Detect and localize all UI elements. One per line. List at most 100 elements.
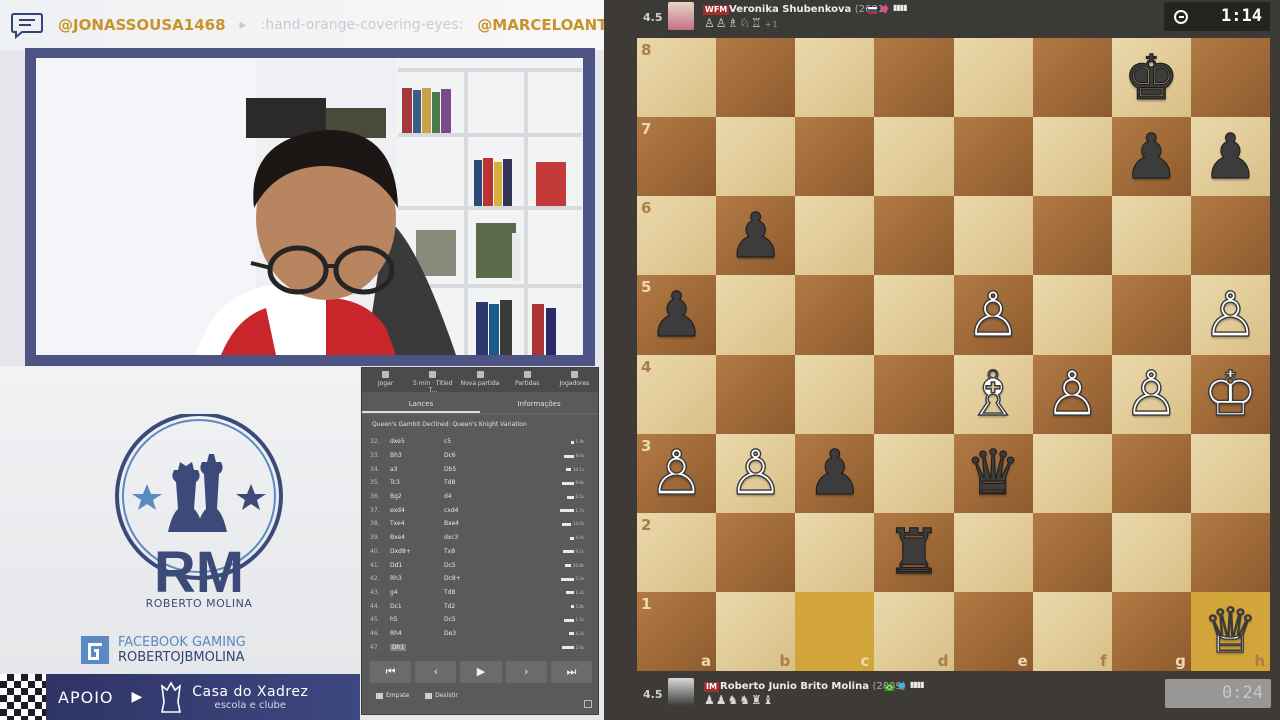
white-move[interactable]: Dd1 [390, 562, 444, 569]
black-move[interactable]: Dc8+ [444, 575, 554, 582]
square-a8[interactable]: 8 [637, 38, 717, 118]
square-c8[interactable] [795, 38, 875, 118]
square-h8[interactable] [1190, 38, 1270, 118]
resign-button[interactable]: Desistir [425, 692, 458, 699]
square-a4[interactable]: 4 [637, 354, 717, 434]
square-d5[interactable] [874, 275, 954, 355]
square-c5[interactable] [795, 275, 875, 355]
white-move[interactable]: Rh3 [390, 575, 444, 582]
black-pawn-icon[interactable]: ♟ [1202, 125, 1259, 188]
white-move[interactable]: g4 [390, 589, 444, 596]
square-b4[interactable] [716, 354, 796, 434]
white-pawn-icon[interactable]: ♙ [965, 283, 1022, 346]
square-f5[interactable] [1032, 275, 1112, 355]
white-move[interactable]: exd4 [390, 507, 444, 514]
white-move[interactable]: dxe5 [390, 438, 444, 445]
black-move[interactable]: Td8 [444, 479, 554, 486]
square-c1[interactable]: c [795, 591, 875, 671]
square-d7[interactable] [874, 117, 954, 197]
black-move[interactable]: Dc5 [444, 616, 554, 623]
black-king-icon[interactable]: ♚ [1123, 46, 1180, 109]
next-move-button[interactable]: › [505, 661, 547, 683]
tab-players[interactable]: Jogadores [551, 368, 598, 392]
black-move[interactable]: Tx8 [444, 548, 554, 555]
square-g1[interactable]: g [1111, 591, 1191, 671]
square-f8[interactable] [1032, 38, 1112, 118]
white-pawn-icon[interactable]: ♙ [648, 441, 705, 504]
black-move[interactable]: d4 [444, 493, 554, 500]
square-f2[interactable] [1032, 512, 1112, 592]
square-d4[interactable] [874, 354, 954, 434]
square-b7[interactable] [716, 117, 796, 197]
square-a2[interactable]: 2 [637, 512, 717, 592]
square-g7[interactable]: ♟ [1111, 117, 1191, 197]
square-e3[interactable]: ♛ [953, 433, 1033, 513]
square-c3[interactable]: ♟ [795, 433, 875, 513]
square-a1[interactable]: 1a [637, 591, 717, 671]
square-f3[interactable] [1032, 433, 1112, 513]
square-f4[interactable]: ♙ [1032, 354, 1112, 434]
square-a6[interactable]: 6 [637, 196, 717, 276]
square-e4[interactable]: ♗ [953, 354, 1033, 434]
square-e5[interactable]: ♙ [953, 275, 1033, 355]
move-row[interactable]: 39. Bxe4 dxc3 4.4s [370, 531, 592, 545]
tab-play[interactable]: Jogar [362, 368, 409, 392]
square-a3[interactable]: 3 ♙ [637, 433, 717, 513]
white-pawn-icon[interactable]: ♙ [1202, 283, 1259, 346]
move-row[interactable]: 44. Dc1 Td2 5.8s [370, 599, 592, 613]
bottom-player-name[interactable]: Roberto Junio Brito Molina [720, 681, 869, 692]
white-queen-icon[interactable]: ♕ [1202, 599, 1259, 662]
square-h4[interactable]: ♔ [1190, 354, 1270, 434]
black-move[interactable]: Db5 [444, 466, 554, 473]
white-king-icon[interactable]: ♔ [1202, 362, 1259, 425]
move-row[interactable]: 32. dxe5 c5 1.9s [370, 435, 592, 449]
move-row[interactable]: 43. g4 Td8 1.2s [370, 586, 592, 600]
move-row[interactable]: 41. Dd1 Dc5 20.8s [370, 558, 592, 572]
black-move[interactable]: c5 [444, 438, 554, 445]
tab-new-game[interactable]: Nova partida [456, 368, 503, 392]
first-move-button[interactable]: ⏮ [370, 661, 412, 683]
move-row[interactable]: 36. Bg2 d4 0.5s [370, 490, 592, 504]
square-f7[interactable] [1032, 117, 1112, 197]
square-f1[interactable]: f [1032, 591, 1112, 671]
square-c4[interactable] [795, 354, 875, 434]
white-move[interactable]: Bxe4 [390, 534, 444, 541]
tab-games[interactable]: Partidas [504, 368, 551, 392]
white-pawn-icon[interactable]: ♙ [727, 441, 784, 504]
square-c7[interactable] [795, 117, 875, 197]
square-d3[interactable] [874, 433, 954, 513]
draw-button[interactable]: Empate [376, 692, 409, 699]
black-move[interactable]: Dc5 [444, 562, 554, 569]
top-player-name[interactable]: Veronika Shubenkova [729, 4, 851, 15]
last-move-button[interactable]: ⏭ [550, 661, 593, 683]
square-g4[interactable]: ♙ [1111, 354, 1191, 434]
white-move[interactable]: Dc1 [390, 603, 444, 610]
square-h1[interactable]: h ♕ [1190, 591, 1270, 671]
square-b2[interactable] [716, 512, 796, 592]
move-row[interactable]: 37. exd4 cxd4 1.7s [370, 503, 592, 517]
black-move[interactable]: Bxe4 [444, 520, 554, 527]
move-row[interactable]: 45. h5 Dc5 1.5s [370, 613, 592, 627]
square-b3[interactable]: ♙ [716, 433, 796, 513]
move-row[interactable]: 35. Tc3 Td8 9.6s [370, 476, 592, 490]
square-b6[interactable]: ♟ [716, 196, 796, 276]
tab-moves[interactable]: Lances [362, 394, 480, 413]
square-h5[interactable]: ♙ [1190, 275, 1270, 355]
square-e8[interactable] [953, 38, 1033, 118]
square-e7[interactable] [953, 117, 1033, 197]
white-move[interactable]: a3 [390, 466, 444, 473]
tab-info[interactable]: Informações [480, 394, 598, 413]
white-move[interactable]: Rh4 [390, 630, 444, 637]
expand-icon[interactable] [584, 700, 592, 708]
square-e6[interactable] [953, 196, 1033, 276]
move-row[interactable]: 42. Rh3 Dc8+ 3.3s [370, 572, 592, 586]
move-row[interactable]: 34. a3 Db5 10.1s [370, 462, 592, 476]
white-bishop-icon[interactable]: ♗ [965, 362, 1022, 425]
white-move[interactable]: Txe4 [390, 520, 444, 527]
black-pawn-icon[interactable]: ♟ [1123, 125, 1180, 188]
black-pawn-icon[interactable]: ♟ [807, 441, 864, 504]
square-b1[interactable]: b [716, 591, 796, 671]
square-a5[interactable]: 5 ♟ [637, 275, 717, 355]
square-f6[interactable] [1032, 196, 1112, 276]
move-row[interactable]: 40. Dxd8+ Tx8 9.1s [370, 545, 592, 559]
